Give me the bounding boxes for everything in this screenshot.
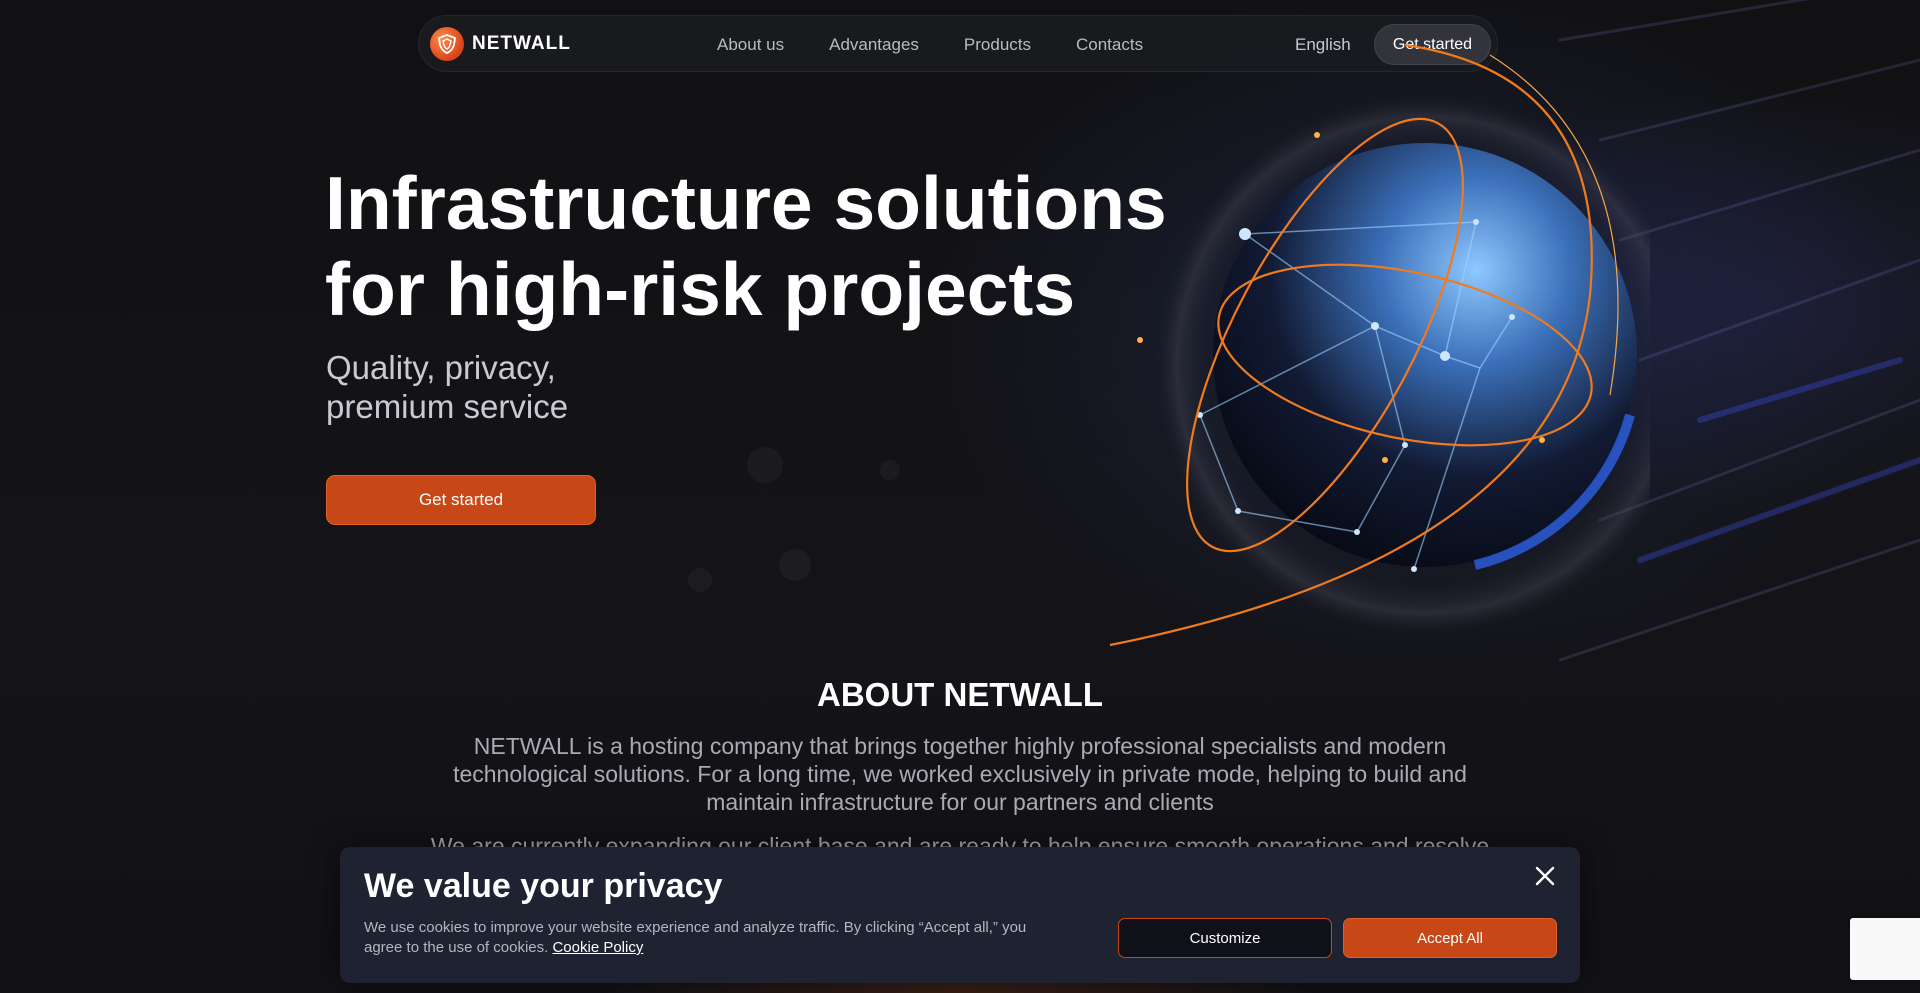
hero-get-started-button[interactable]: Get started bbox=[326, 475, 596, 525]
about-paragraph-1: NETWALL is a hosting company that brings… bbox=[453, 733, 1467, 815]
cookie-description: We use cookies to improve your website e… bbox=[364, 919, 1027, 956]
nav-link-about-us[interactable]: About us bbox=[717, 35, 784, 55]
about-section-title: ABOUT NETWALL bbox=[817, 676, 1103, 713]
hero-subtitle: Quality, privacy, premium service bbox=[326, 348, 568, 426]
hero-subtitle-line-2: premium service bbox=[326, 388, 569, 425]
nav-link-advantages[interactable]: Advantages bbox=[829, 35, 919, 55]
cookie-consent-banner: We value your privacy We use cookies to … bbox=[340, 847, 1580, 983]
customize-button[interactable]: Customize bbox=[1118, 918, 1332, 958]
close-icon[interactable] bbox=[1530, 861, 1560, 891]
cookie-policy-link[interactable]: Cookie Policy bbox=[552, 939, 643, 956]
brand-logo[interactable]: NETWALL bbox=[430, 27, 571, 61]
nav-link-products[interactable]: Products bbox=[964, 35, 1031, 55]
cookie-banner-text: We use cookies to improve your website e… bbox=[364, 918, 1064, 958]
cookie-banner-title: We value your privacy bbox=[364, 867, 723, 905]
shield-logo-icon bbox=[430, 27, 464, 61]
recaptcha-badge[interactable] bbox=[1850, 918, 1920, 980]
globe-illustration bbox=[1109, 43, 1650, 647]
accept-all-button[interactable]: Accept All bbox=[1343, 918, 1557, 958]
brand-name: NETWALL bbox=[472, 33, 571, 54]
hero-subtitle-line-1: Quality, privacy, bbox=[326, 349, 556, 386]
